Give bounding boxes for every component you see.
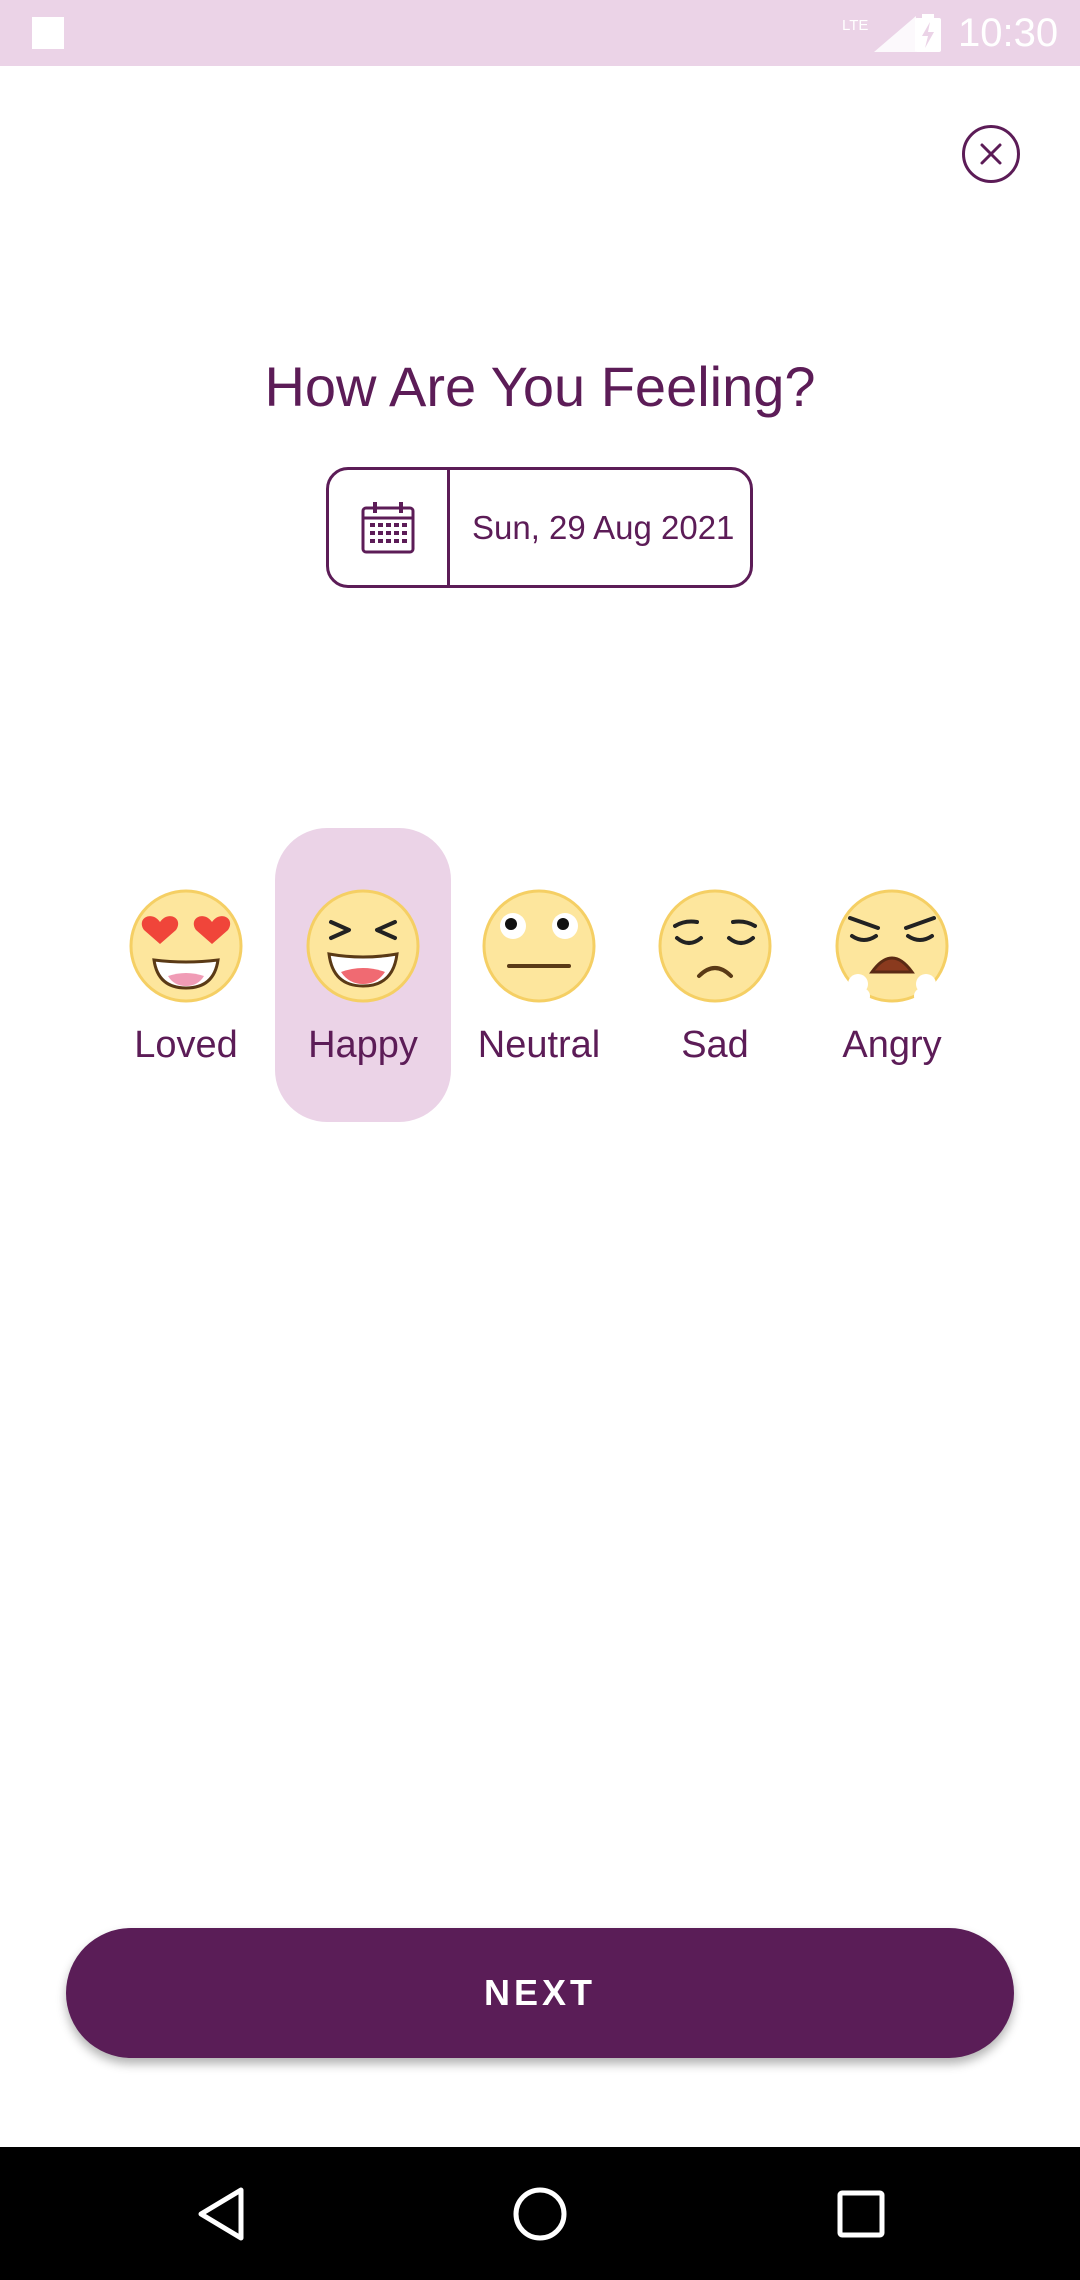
calendar-button[interactable] [329,470,450,585]
sad-emoji-icon [658,889,772,1003]
date-value: Sun, 29 Aug 2021 [472,508,735,546]
calendar-icon [361,501,415,553]
angry-emoji-icon [835,889,949,1004]
mood-label-loved: Loved [134,1024,238,1066]
mood-option-happy[interactable]: Happy [275,888,451,1078]
mood-option-angry[interactable]: Angry [804,888,980,1078]
mood-option-loved[interactable]: Loved [98,888,274,1078]
heart-eyes-emoji-icon [129,889,243,1003]
mood-label-angry: Angry [842,1024,942,1066]
mood-label-happy: Happy [308,1024,418,1066]
mood-label-sad: Sad [681,1024,749,1066]
laughing-emoji-icon [306,889,420,1003]
recents-square-icon [837,2190,885,2237]
next-button[interactable]: NEXT [66,1928,1014,2058]
navigation-bar [0,2147,1080,2280]
status-bar: LTE 10:30 [0,0,1080,66]
mood-option-neutral[interactable]: Neutral [451,888,627,1078]
notification-square-icon [32,17,64,49]
neutral-emoji-icon [482,889,596,1003]
date-picker[interactable]: Sun, 29 Aug 2021 [326,467,753,588]
close-button[interactable] [962,125,1020,183]
nav-home-button[interactable] [470,2147,610,2280]
network-label: LTE [842,17,868,34]
back-triangle-icon [198,2187,244,2240]
signal-icon: LTE [842,16,916,52]
nav-recents-button[interactable] [791,2147,931,2280]
next-button-label: NEXT [483,1972,596,2013]
mood-option-sad[interactable]: Sad [627,888,803,1078]
mood-label-neutral: Neutral [477,1024,601,1066]
status-time: 10:30 [958,11,1059,55]
page-title: How Are You Feeling? [264,355,816,418]
nav-back-button[interactable] [151,2147,291,2280]
close-icon [980,143,1002,165]
battery-charging-icon [915,14,941,52]
home-circle-icon [513,2187,567,2240]
